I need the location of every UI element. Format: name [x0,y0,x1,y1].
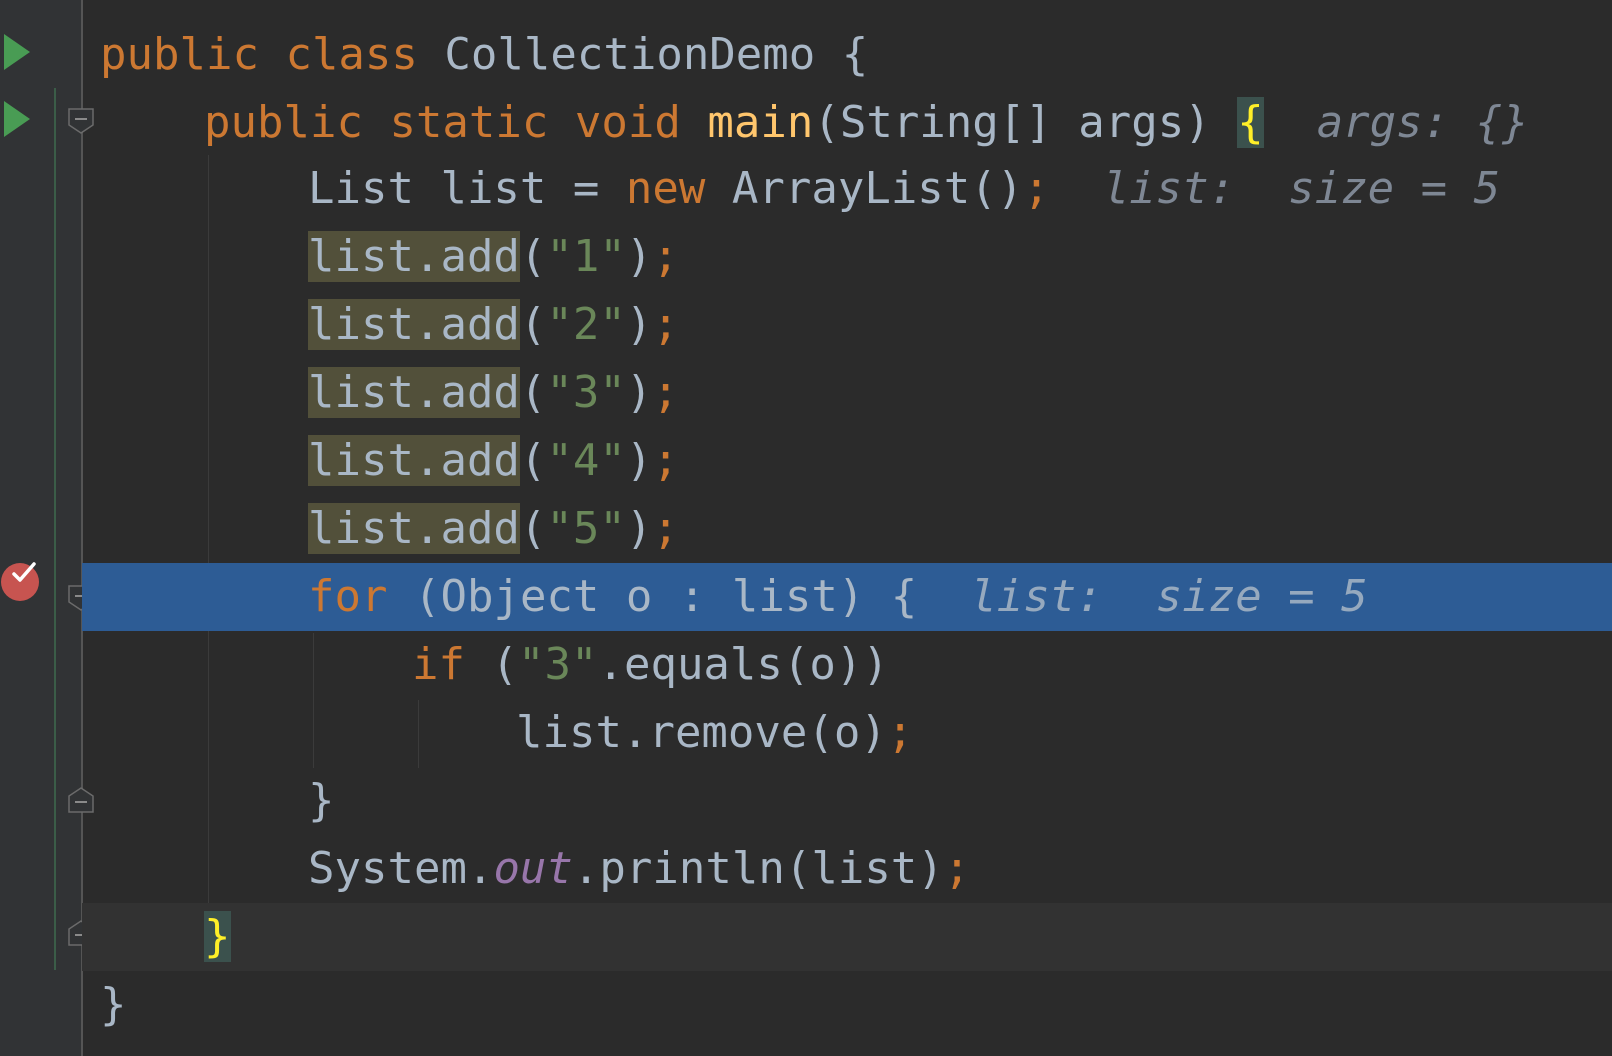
code-line-7[interactable]: list.add("4"); [82,427,1612,495]
code-line-1[interactable]: public class CollectionDemo { [82,21,1612,89]
code-line-9-execution-point[interactable]: for (Object o : list) { list: size = 5 [82,563,1612,631]
code-line-8[interactable]: list.add("5"); [82,495,1612,563]
string-literal: "3" [517,639,598,690]
class-name: CollectionDemo [444,29,816,80]
semicolon: ; [652,367,679,418]
constructor-call: ArrayList() [731,163,1024,214]
keyword-class: class [285,29,418,80]
string-literal: "2" [546,299,626,350]
semicolon: ; [652,503,679,554]
paren: ( [491,639,518,690]
code-line-12[interactable]: } [82,767,1612,835]
semicolon: ; [943,843,971,894]
breakpoint-verified-icon[interactable] [0,560,42,602]
paren: ) [625,231,653,282]
run-class-icon[interactable] [4,34,30,70]
println-call: .println(list) [572,843,944,894]
code-editor[interactable]: public class CollectionDemo { public sta… [0,0,1612,1056]
method-call-highlight: list.add [308,231,520,282]
string-literal: "1" [546,231,626,282]
run-main-icon[interactable] [4,101,30,137]
code-line-2[interactable]: public static void main(String[] args) {… [82,89,1612,157]
semicolon: ; [652,231,679,282]
brace-close: } [100,979,127,1030]
vcs-change-marker [54,88,56,970]
code-line-10[interactable]: if ("3".equals(o)) [82,631,1612,699]
for-header: (Object o : list) { [413,571,918,622]
inlay-var: list: [1102,163,1236,214]
static-field-out: out [493,843,573,894]
inlay-value: {} [1475,97,1529,148]
semicolon: ; [652,435,679,486]
semicolon: ; [652,299,679,350]
system-class: System. [308,843,494,894]
paren: ( [519,435,547,486]
inlay-value: size = 5 [1155,571,1368,622]
inlay-var: args: [1316,97,1450,148]
brace-close: } [308,775,335,826]
keyword-for: for [308,571,388,622]
code-line-5[interactable]: list.add("2"); [82,291,1612,359]
inlay-var: list: [970,571,1103,622]
string-literal: "4" [546,435,626,486]
method-call-highlight: list.add [308,299,520,350]
inline-debug-value: list: size = 5 [1103,163,1500,214]
equals-call: .equals(o)) [597,639,889,690]
matched-brace: } [204,911,231,962]
method-call-highlight: list.add [308,435,520,486]
paren: ( [519,299,547,350]
paren: ( [519,231,547,282]
keyword-if: if [412,639,465,690]
paren: ) [625,367,653,418]
code-line-13[interactable]: System.out.println(list); [82,835,1612,903]
matched-brace: { [1237,97,1264,148]
code-line-15[interactable]: } [82,971,1612,1039]
paren: ) [625,299,653,350]
string-literal: "5" [546,503,626,554]
remove-call: list.remove(o) [516,707,887,758]
code-line-6[interactable]: list.add("3"); [82,359,1612,427]
keyword-void: void [574,97,681,148]
semicolon: ; [886,707,914,758]
keyword-new: new [625,163,706,214]
keyword-static: static [389,97,549,148]
keyword-public: public [100,29,259,80]
code-line-14-caret[interactable]: } [82,903,1612,971]
method-params: (String[] args) [813,97,1211,148]
code-line-4[interactable]: list.add("1"); [82,223,1612,291]
method-name: main [707,97,814,148]
keyword-public: public [204,97,363,148]
inlay-value: size = 5 [1288,163,1501,214]
code-line-11[interactable]: list.remove(o); [82,699,1612,767]
editor-gutter[interactable] [0,0,82,1056]
inline-debug-value: args: {} [1317,97,1529,148]
brace-open: { [841,29,869,80]
method-call-highlight: list.add [308,503,520,554]
method-call-highlight: list.add [308,367,520,418]
paren: ( [519,503,547,554]
paren: ( [519,367,547,418]
semicolon: ; [1023,163,1050,214]
paren: ) [625,503,653,554]
paren: ) [625,435,653,486]
code-line-3[interactable]: List list = new ArrayList(); list: size … [82,155,1612,223]
inline-debug-value: list: size = 5 [970,571,1367,622]
declaration: List list = [308,163,626,214]
string-literal: "3" [546,367,626,418]
